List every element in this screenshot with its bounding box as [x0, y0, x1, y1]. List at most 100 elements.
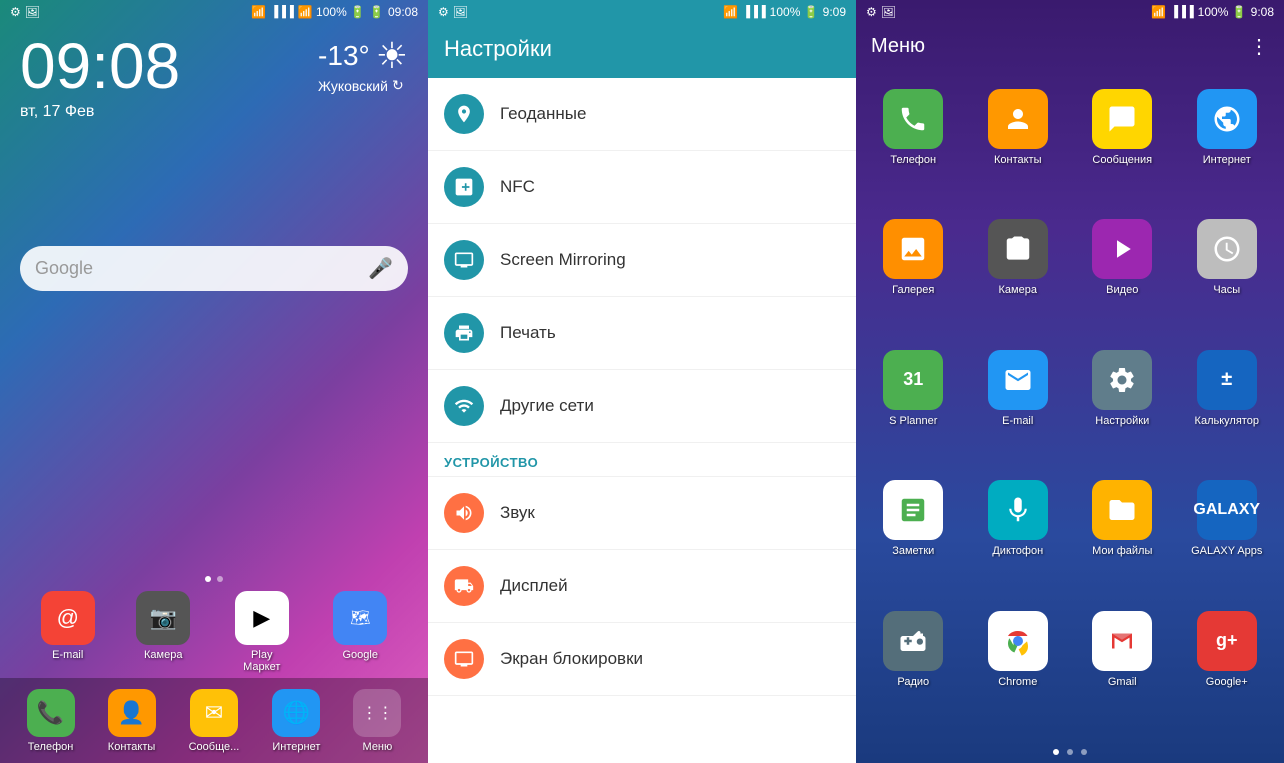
home-status-bar: ⚙ 🖼 📶 ▐▐▐ 📶 100% 🔋 🔋 09:08 — [0, 0, 428, 24]
app-email[interactable]: E-mail — [966, 340, 1071, 470]
search-bar[interactable]: Google 🎤 — [20, 246, 408, 291]
app-calculator[interactable]: ± Калькулятор — [1175, 340, 1280, 470]
app-voice-recorder[interactable]: Диктофон — [966, 470, 1071, 600]
bottom-phone[interactable]: 📞 Телефон — [27, 689, 75, 753]
app-googleplus[interactable]: g+ Google+ — [1175, 601, 1280, 731]
weather-temperature: -13° — [318, 40, 370, 72]
app-radio[interactable]: Радио — [861, 601, 966, 731]
lock-screen-label: Экран блокировки — [500, 649, 643, 669]
app-contacts[interactable]: Контакты — [966, 79, 1071, 209]
app-chrome[interactable]: Chrome — [966, 601, 1071, 731]
settings-list: Геоданные NFC Screen Mirroring — [428, 78, 856, 763]
bottom-messages[interactable]: ✉ Сообще... — [189, 689, 240, 753]
dock-email[interactable]: @ E-mail — [41, 591, 95, 673]
bottom-menu[interactable]: ⋮⋮ Меню — [353, 689, 401, 753]
app-video[interactable]: Видео — [1070, 209, 1175, 339]
app-gmail[interactable]: Gmail — [1070, 601, 1175, 731]
dock-google[interactable]: 🗺 Google — [333, 591, 387, 673]
voice-recorder-app-label: Диктофон — [992, 545, 1043, 557]
dock-playstore-label: Play Маркет — [232, 649, 292, 673]
settings-lock-screen[interactable]: Экран блокировки — [428, 623, 856, 696]
apps-grid: Телефон Контакты Сообщения — [856, 69, 1284, 741]
nfc-icon — [444, 167, 484, 207]
contacts-app-label: Контакты — [994, 154, 1042, 166]
settings-sound[interactable]: Звук — [428, 477, 856, 550]
internet-app-icon — [1197, 89, 1257, 149]
mic-icon[interactable]: 🎤 — [368, 256, 393, 281]
email-app-label: E-mail — [1002, 415, 1033, 427]
app-messages[interactable]: Сообщения — [1070, 79, 1175, 209]
contacts-icon: 👤 — [108, 689, 156, 737]
app-internet[interactable]: Интернет — [1175, 79, 1280, 209]
dock-camera[interactable]: 📷 Камера — [136, 591, 190, 673]
app-menu-panel: ⚙ 🖼 📶 ▐▐▐ 100% 🔋 9:08 Меню ⋮ Телефон — [856, 0, 1284, 763]
notes-app-label: Заметки — [892, 545, 934, 557]
email-icon: @ — [41, 591, 95, 645]
app-clock[interactable]: Часы — [1175, 209, 1280, 339]
menu-more-icon[interactable]: ⋮ — [1249, 34, 1269, 59]
app-splanner[interactable]: 31 S Planner — [861, 340, 966, 470]
settings-wifi-icon: 📶 — [723, 5, 738, 19]
app-gallery[interactable]: Галерея — [861, 209, 966, 339]
weather-sun-icon: ☀ — [376, 35, 408, 77]
dock-google-label: Google — [343, 649, 378, 661]
settings-img-icon: 🖼 — [453, 5, 468, 19]
settings-header: Настройки — [428, 24, 856, 78]
bottom-contacts[interactable]: 👤 Контакты — [108, 689, 156, 753]
home-weather-widget: -13° ☀ Жуковский ↻ — [318, 35, 408, 94]
menu-header: Меню ⋮ — [856, 24, 1284, 69]
settings-title: Настройки — [444, 36, 840, 62]
settings-panel: ⚙ 🖼 📶 ▐▐▐ 100% 🔋 9:09 Настройки Геоданны… — [428, 0, 856, 763]
app-settings[interactable]: Настройки — [1070, 340, 1175, 470]
weather-location: Жуковский ↻ — [318, 77, 408, 94]
settings-display[interactable]: Дисплей — [428, 550, 856, 623]
dock-playstore[interactable]: ▶ Play Маркет — [232, 591, 292, 673]
bottom-menu-label: Меню — [363, 741, 393, 753]
gallery-app-icon — [883, 219, 943, 279]
voice-recorder-app-icon — [988, 480, 1048, 540]
bottom-internet[interactable]: 🌐 Интернет — [272, 689, 320, 753]
splanner-app-label: S Planner — [889, 415, 937, 427]
settings-app-label: Настройки — [1095, 415, 1149, 427]
settings-time: 9:09 — [823, 5, 846, 19]
phone-app-label: Телефон — [890, 154, 936, 166]
display-icon — [444, 566, 484, 606]
settings-status-bar: ⚙ 🖼 📶 ▐▐▐ 100% 🔋 9:09 — [428, 0, 856, 24]
home-screen: ⚙ 🖼 📶 ▐▐▐ 📶 100% 🔋 🔋 09:08 09:08 вт, 17 … — [0, 0, 428, 763]
page-dot-1 — [205, 576, 211, 582]
home-time-status: 09:08 — [388, 5, 418, 19]
dock-camera-label: Камера — [144, 649, 182, 661]
refresh-icon[interactable]: ↻ — [392, 77, 404, 94]
settings-notif-icon: ⚙ — [438, 5, 449, 19]
menu-dot-3 — [1081, 749, 1087, 755]
menu-signal: ▐▐▐ — [1170, 6, 1193, 18]
settings-status-left: ⚙ 🖼 — [438, 5, 468, 19]
settings-other-networks[interactable]: Другие сети — [428, 370, 856, 443]
settings-nfc[interactable]: NFC — [428, 151, 856, 224]
app-notes[interactable]: Заметки — [861, 470, 966, 600]
menu-status-bar: ⚙ 🖼 📶 ▐▐▐ 100% 🔋 9:08 — [856, 0, 1284, 24]
messages-app-label: Сообщения — [1092, 154, 1152, 166]
contacts-app-icon — [988, 89, 1048, 149]
phone-app-icon — [883, 89, 943, 149]
app-phone[interactable]: Телефон — [861, 79, 966, 209]
app-my-files[interactable]: Мои файлы — [1070, 470, 1175, 600]
gmail-app-icon — [1092, 611, 1152, 671]
bottom-phone-label: Телефон — [28, 741, 74, 753]
menu-title: Меню — [871, 35, 925, 58]
splanner-app-icon: 31 — [883, 350, 943, 410]
menu-time: 9:08 — [1251, 5, 1274, 19]
app-galaxy-apps[interactable]: GALAXY GALAXY Apps — [1175, 470, 1280, 600]
settings-geodata[interactable]: Геоданные — [428, 78, 856, 151]
settings-print[interactable]: Печать — [428, 297, 856, 370]
app-camera[interactable]: Камера — [966, 209, 1071, 339]
lock-screen-icon — [444, 639, 484, 679]
menu-page-dots — [856, 741, 1284, 763]
page-dot-2 — [217, 576, 223, 582]
settings-screen-mirroring[interactable]: Screen Mirroring — [428, 224, 856, 297]
googleplus-app-icon: g+ — [1197, 611, 1257, 671]
home-battery-percent: 📶 100% 🔋 — [298, 5, 365, 19]
clock-app-icon — [1197, 219, 1257, 279]
galaxy-apps-label: GALAXY Apps — [1191, 545, 1262, 557]
home-dock: @ E-mail 📷 Камера ▶ Play Маркет 🗺 Google — [0, 591, 428, 673]
